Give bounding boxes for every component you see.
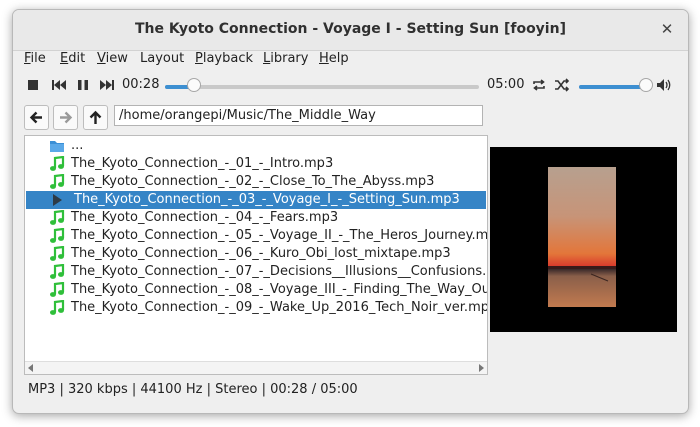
up-button[interactable] [83,105,108,130]
music-note-icon [50,156,65,171]
menu-mnemonic: V [97,51,106,66]
close-icon[interactable]: ✕ [658,20,676,38]
up-arrow-icon [89,110,102,124]
file-name: The_Kyoto_Connection_-_09_-_Wake_Up_2016… [71,300,488,315]
music-note-icon [50,264,65,279]
back-arrow-icon [29,111,42,124]
file-name: The_Kyoto_Connection_-_06_-_Kuro_Obi_los… [71,246,451,261]
cover-art-image [548,167,616,307]
elapsed-time: 00:28 [122,77,160,92]
pause-icon[interactable] [76,78,90,92]
file-row[interactable]: The_Kyoto_Connection_-_06_-_Kuro_Obi_los… [26,245,486,263]
album-cover [490,147,677,332]
music-note-icon [50,282,65,297]
music-note-icon [50,210,65,225]
scroll-left-icon[interactable] [27,364,35,372]
menu-label-rest: ile [30,51,46,66]
seek-bar[interactable] [165,85,479,89]
file-name: ... [71,138,84,153]
horizontal-scrollbar[interactable] [25,361,487,374]
file-name: The_Kyoto_Connection_-_05_-_Voyage_II_-_… [71,228,488,243]
file-browser[interactable]: ... The_Kyoto_Connection_-_01_-_Intro.mp3… [24,135,488,375]
menu-file[interactable]: File [24,51,46,66]
title-bar[interactable]: The Kyoto Connection - Voyage I - Settin… [13,10,688,51]
folder-icon [50,141,64,152]
status-bar: MP3 | 320 kbps | 44100 Hz | Stereo | 00:… [28,382,358,397]
music-note-icon [50,228,65,243]
scroll-right-icon[interactable] [477,364,485,372]
menu-label-rest: dit [68,51,86,66]
file-name: The_Kyoto_Connection_-_04_-_Fears.mp3 [71,210,339,225]
volume-handle[interactable] [638,78,653,92]
file-name: The_Kyoto_Connection_-_02_-_Close_To_The… [71,174,435,189]
music-note-icon [50,174,65,189]
menu-edit[interactable]: Edit [60,51,85,66]
music-note-icon [50,246,65,261]
menu-library[interactable]: Library [263,51,308,66]
menu-label-rest: elp [328,51,349,66]
window-title: The Kyoto Connection - Voyage I - Settin… [135,21,566,37]
forward-button[interactable] [53,105,78,130]
menu-label-rest: ibrary [270,51,309,66]
file-row[interactable]: The_Kyoto_Connection_-_09_-_Wake_Up_2016… [26,299,488,317]
playing-icon [53,194,62,206]
volume-icon[interactable] [656,78,674,92]
file-row[interactable]: The_Kyoto_Connection_-_07_-_Decisions__I… [26,263,488,281]
file-row[interactable]: The_Kyoto_Connection_-_02_-_Close_To_The… [26,173,486,191]
menu-mnemonic: P [195,51,203,66]
stop-icon[interactable] [27,79,39,91]
file-row[interactable]: The_Kyoto_Connection_-_08_-_Voyage_III_-… [26,281,488,299]
next-icon[interactable] [99,78,115,92]
seek-handle[interactable] [187,78,202,92]
previous-icon[interactable] [51,78,67,92]
back-button[interactable] [24,105,49,130]
menu-label-rest: iew [105,51,128,66]
folder-row[interactable]: ... [26,137,486,155]
menu-mnemonic: H [319,51,329,66]
volume-level [579,85,646,89]
menu-layout[interactable]: Layout [140,51,184,66]
repeat-icon[interactable] [531,78,547,92]
total-time: 05:00 [487,77,525,92]
forward-arrow-icon [60,111,73,124]
menu-view[interactable]: View [97,51,128,66]
file-name: The_Kyoto_Connection_-_08_-_Voyage_III_-… [71,282,488,297]
navigation-bar [13,102,688,130]
file-row[interactable]: The_Kyoto_Connection_-_04_-_Fears.mp3 [26,209,486,227]
music-note-icon [50,300,65,315]
path-field[interactable] [114,105,483,126]
file-row[interactable]: The_Kyoto_Connection_-_05_-_Voyage_II_-_… [26,227,488,245]
menu-playback[interactable]: Playback [195,51,253,66]
shuffle-icon[interactable] [554,78,570,92]
playback-controls: 00:28 05:00 [13,72,688,100]
file-name: The_Kyoto_Connection_-_07_-_Decisions__I… [71,264,488,279]
menu-bar: File Edit View Layout Playback Library Help [13,50,688,70]
file-row[interactable]: The_Kyoto_Connection_-_03_-_Voyage_I_-_S… [26,191,486,209]
file-name: The_Kyoto_Connection_-_03_-_Voyage_I_-_S… [74,192,460,207]
file-name: The_Kyoto_Connection_-_01_-_Intro.mp3 [71,156,334,171]
menu-mnemonic: E [60,51,69,66]
main-window: The Kyoto Connection - Voyage I - Settin… [12,9,689,414]
file-row[interactable]: The_Kyoto_Connection_-_01_-_Intro.mp3 [26,155,486,173]
menu-help[interactable]: Help [319,51,349,66]
menu-label-rest: layback [202,51,254,66]
